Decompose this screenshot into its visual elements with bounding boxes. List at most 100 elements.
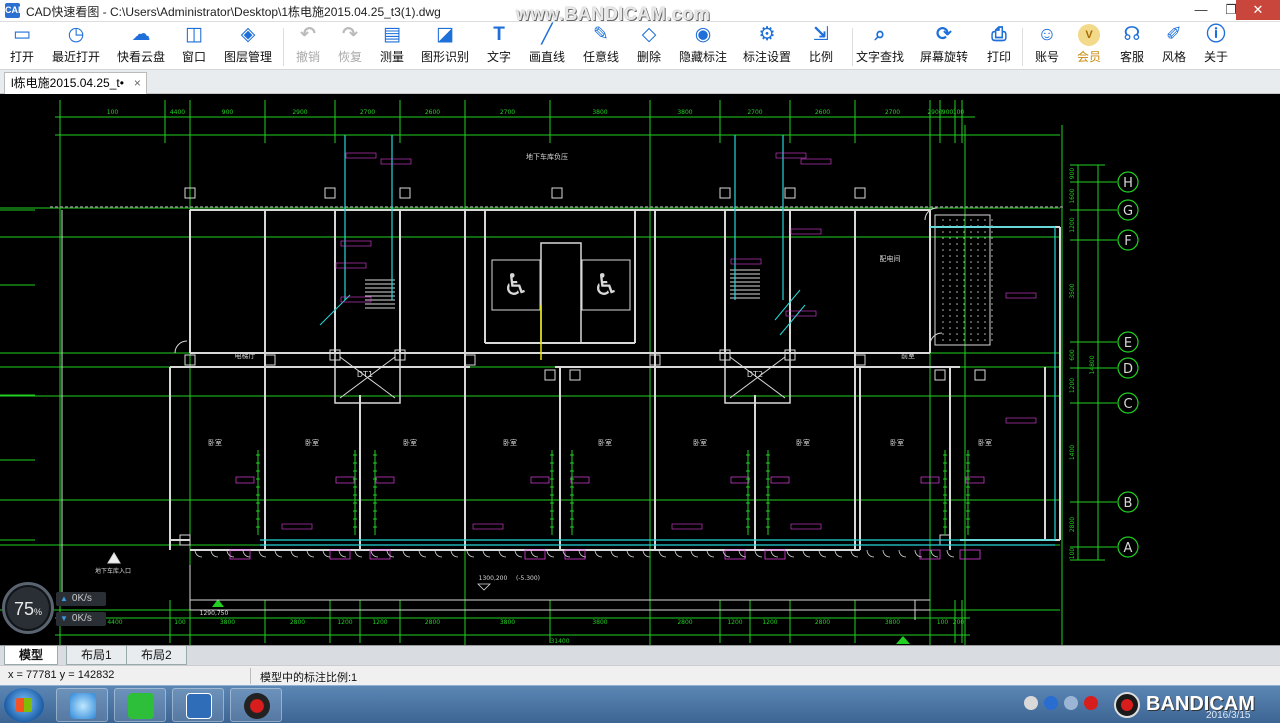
annotation-scale: 模型中的标注比例:1 xyxy=(260,672,358,684)
toolbar-layers-button[interactable]: ◈ 图层管理 xyxy=(218,24,278,65)
status-bar: x = 77781 y = 142832 模型中的标注比例:1 xyxy=(0,665,1280,685)
toolbar-label: 图层管理 xyxy=(223,50,272,64)
room-label: 卧室 xyxy=(796,438,810,447)
annotation-box xyxy=(380,158,412,165)
toolbar-shape-recognize-button[interactable]: ◪ 图形识别 xyxy=(415,24,475,65)
toolbar-label: 文字 xyxy=(486,50,511,64)
toolbar-label: 客服 xyxy=(1119,50,1144,64)
toolbar-scale-button[interactable]: ⇲ 比例 xyxy=(791,24,851,65)
top-dimension-label: 2600 xyxy=(815,109,830,116)
bottom-dimension-label: 2800 xyxy=(425,619,440,626)
hatch-dot xyxy=(970,291,972,293)
socket-marker xyxy=(524,549,546,560)
toolbar-label: 标注设置 xyxy=(742,50,791,64)
hatch-dot xyxy=(963,309,965,311)
hatch-dot xyxy=(963,333,965,335)
annotation-box xyxy=(790,228,822,235)
layers-icon: ◈ xyxy=(240,24,256,45)
hatch-dot xyxy=(949,327,951,329)
hatch-dot xyxy=(963,255,965,257)
toolbar-window-button[interactable]: ◫ 窗口 xyxy=(164,24,224,65)
hatch-dot xyxy=(970,309,972,311)
hatch-dot xyxy=(956,303,958,305)
room-label: 卧室 xyxy=(208,438,222,447)
door-swing xyxy=(450,549,459,558)
scale-icon: ⇲ xyxy=(813,24,829,45)
right-dimension-label: 3500 xyxy=(1069,283,1076,298)
hatch-dot xyxy=(956,297,958,299)
toolbar-rotate-button[interactable]: ⟳ 屏幕旋转 xyxy=(914,24,974,65)
toolbar-separator xyxy=(852,28,853,66)
bottom-dimension-label: 3800 xyxy=(885,619,900,626)
door-swing xyxy=(418,549,427,558)
hatch-dot xyxy=(991,285,993,287)
hatch-dot xyxy=(956,333,958,335)
cloud-icon: ☁ xyxy=(131,24,151,45)
start-button[interactable] xyxy=(4,688,44,722)
hatch-dot xyxy=(963,327,965,329)
tray-record-icon[interactable] xyxy=(1084,696,1098,710)
toolbar-annotation-settings-button[interactable]: ⚙ 标注设置 xyxy=(737,24,797,65)
toolbar-info-button[interactable]: ⓘ 关于 xyxy=(1186,24,1246,65)
bottom-dimension-label: 3800 xyxy=(500,619,515,626)
hatch-dot xyxy=(942,291,944,293)
right-dimension-label: 1600 xyxy=(1069,188,1076,203)
close-button[interactable]: ✕ xyxy=(1236,0,1280,20)
hatch-dot xyxy=(956,321,958,323)
drawing-canvas[interactable]: 100 4400 900 2900 2700 2600 2700 3800 3800 2700 26… xyxy=(0,95,1280,645)
hatch-dot xyxy=(949,249,951,251)
toolbar-measure-button[interactable]: ▤ 测量 xyxy=(362,24,422,65)
toolbar-recent-clock-button[interactable]: ◷ 最近打开 xyxy=(46,24,106,65)
toolbar-label: 隐藏标注 xyxy=(678,50,727,64)
hatch-dot xyxy=(963,261,965,263)
tab-close-icon[interactable]: × xyxy=(134,73,141,93)
cpu-percent: 75 xyxy=(13,599,34,619)
tab-model[interactable]: 模型 xyxy=(4,646,59,665)
pxy-marker xyxy=(965,476,985,484)
top-dimension-label: 4400 xyxy=(170,109,185,116)
door-swing xyxy=(929,332,943,346)
tab-layout1[interactable]: 布局1 xyxy=(66,646,127,665)
hatch-dot xyxy=(949,285,951,287)
tab-layout2[interactable]: 布局2 xyxy=(126,646,187,665)
toolbar-text-search-button[interactable]: ⌕ 文字查找 xyxy=(850,24,910,65)
tray-network-icon[interactable] xyxy=(1064,696,1078,710)
door-swing xyxy=(258,549,267,558)
undo-icon: ↶ xyxy=(300,24,316,45)
minimize-button[interactable]: — xyxy=(1186,0,1216,20)
room-label: 卧室 xyxy=(503,438,517,447)
taskbar-ie-browser[interactable] xyxy=(56,688,108,722)
hatch-dot xyxy=(949,255,951,257)
cad-drawing: 100 4400 900 2900 2700 2600 2700 3800 3800 2700 26… xyxy=(0,100,1139,645)
tab-document[interactable]: l栋电施2015.04.25_t• × xyxy=(4,72,147,94)
hatch-dot xyxy=(942,243,944,245)
hatch-dot xyxy=(942,297,944,299)
taskbar-iqiyi[interactable] xyxy=(114,688,166,722)
toolbar-cloud-button[interactable]: ☁ 快看云盘 xyxy=(111,24,171,65)
column xyxy=(974,369,986,381)
toolbar-eye-button[interactable]: ◉ 隐藏标注 xyxy=(673,24,733,65)
tray-flag-icon[interactable] xyxy=(1024,696,1038,710)
axis-label: E xyxy=(1124,336,1132,351)
bottom-dimension-label: 2800 xyxy=(677,619,692,626)
column xyxy=(719,187,731,199)
taskbar-bandicam[interactable] xyxy=(230,688,282,722)
entry-arrow xyxy=(107,552,121,564)
hatch-dot xyxy=(949,231,951,233)
room-label: 卧室 xyxy=(305,438,319,447)
taskbar-cad-viewer[interactable] xyxy=(172,688,224,722)
right-total-dimension: 14800 xyxy=(1089,355,1096,374)
toolbar-label: 窗口 xyxy=(181,50,206,64)
toolbar-open-folder-button[interactable]: ▭ 打开 xyxy=(0,24,52,65)
hatch-dot xyxy=(991,219,993,221)
right-dimension-label: 900 xyxy=(1069,168,1076,180)
toolbar-line-button[interactable]: ╱ 画直线 xyxy=(517,24,577,65)
hatch-dot xyxy=(942,339,944,341)
hatch-dot xyxy=(991,303,993,305)
toolbar-eraser-button[interactable]: ◇ 删除 xyxy=(619,24,679,65)
door-swing xyxy=(562,549,571,558)
toolbar-label: 快看云盘 xyxy=(116,50,165,64)
tray-help-icon[interactable] xyxy=(1044,696,1058,710)
hatch-dot xyxy=(977,339,979,341)
hatch-dot xyxy=(977,261,979,263)
